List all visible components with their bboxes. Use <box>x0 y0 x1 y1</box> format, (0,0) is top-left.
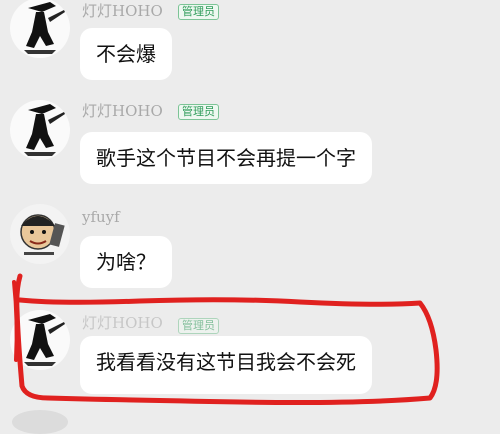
message-text: 为啥？ <box>96 250 156 274</box>
sender-name: yfuyf <box>82 208 120 226</box>
admin-badge: 管理员 <box>178 4 219 20</box>
ink-swordsman-avatar-icon <box>24 104 65 156</box>
sender-name: 灯灯HOHO <box>82 314 163 332</box>
avatar[interactable] <box>10 310 70 370</box>
message-text: 我看看没有这节目我会不会死 <box>96 350 356 374</box>
admin-badge: 管理员 <box>178 318 219 334</box>
next-message-avatar <box>12 410 68 434</box>
sender-name: 灯灯HOHO <box>82 2 163 20</box>
avatar[interactable] <box>10 204 70 264</box>
message-text: 歌手这个节目不会再提一个字 <box>96 146 356 170</box>
message-text: 不会爆 <box>96 42 156 66</box>
ink-swordsman-avatar-icon <box>24 2 65 54</box>
message-bubble[interactable]: 不会爆 <box>80 28 172 80</box>
avatar[interactable] <box>10 100 70 160</box>
chat-message: 灯灯HOHO 管理员 歌手这个节目不会再提一个字 <box>0 98 500 188</box>
ink-swordsman-avatar-icon <box>24 314 65 366</box>
sender-name: 灯灯HOHO <box>82 102 163 120</box>
meme-face-avatar-icon <box>20 214 65 255</box>
message-bubble[interactable]: 歌手这个节目不会再提一个字 <box>80 132 372 184</box>
avatar[interactable] <box>10 0 70 58</box>
message-bubble[interactable]: 为啥？ <box>80 236 172 288</box>
chat-message: 灯灯HOHO 管理员 我看看没有这节目我会不会死 <box>0 306 500 406</box>
message-bubble[interactable]: 我看看没有这节目我会不会死 <box>80 336 372 394</box>
admin-badge: 管理员 <box>178 104 219 120</box>
chat-message: yfuyf 为啥？ <box>0 202 500 292</box>
chat-message: 灯灯HOHO 管理员 不会爆 <box>0 0 500 90</box>
